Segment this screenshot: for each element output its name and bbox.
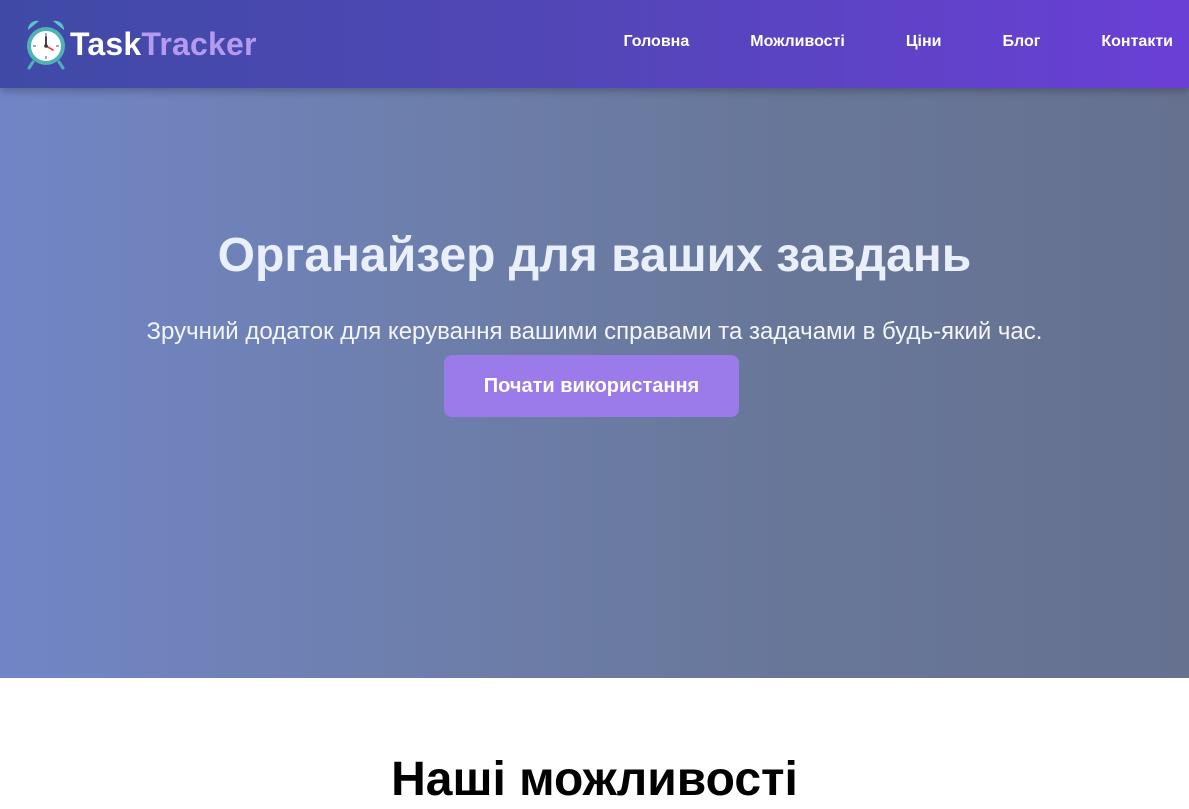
get-started-button[interactable]: Почати використання	[444, 355, 739, 417]
hero-subtitle: Зручний додаток для керування вашими спр…	[146, 318, 1043, 345]
brand-name: TaskTracker	[70, 26, 257, 63]
nav-link-blog[interactable]: Блог	[1002, 33, 1040, 55]
nav-link-home[interactable]: Головна	[623, 33, 689, 55]
brand-name-part1: Task	[70, 25, 142, 62]
brand-logo[interactable]: TaskTracker	[24, 16, 257, 72]
nav-link-contacts[interactable]: Контакти	[1101, 33, 1173, 55]
features-section-title: Наші можливості	[391, 753, 798, 806]
top-navbar: TaskTracker Головна Можливості Ціни Блог…	[0, 0, 1189, 88]
nav-link-features[interactable]: Можливості	[750, 33, 845, 55]
hero-section: Органайзер для ваших завдань Зручний дод…	[0, 88, 1189, 678]
nav-link-pricing[interactable]: Ціни	[906, 33, 942, 55]
alarm-clock-icon	[27, 20, 65, 70]
hero-title: Органайзер для ваших завдань	[217, 229, 972, 282]
main-nav: Головна Можливості Ціни Блог Контакти	[562, 0, 1173, 88]
brand-name-part2: Tracker	[141, 25, 257, 62]
